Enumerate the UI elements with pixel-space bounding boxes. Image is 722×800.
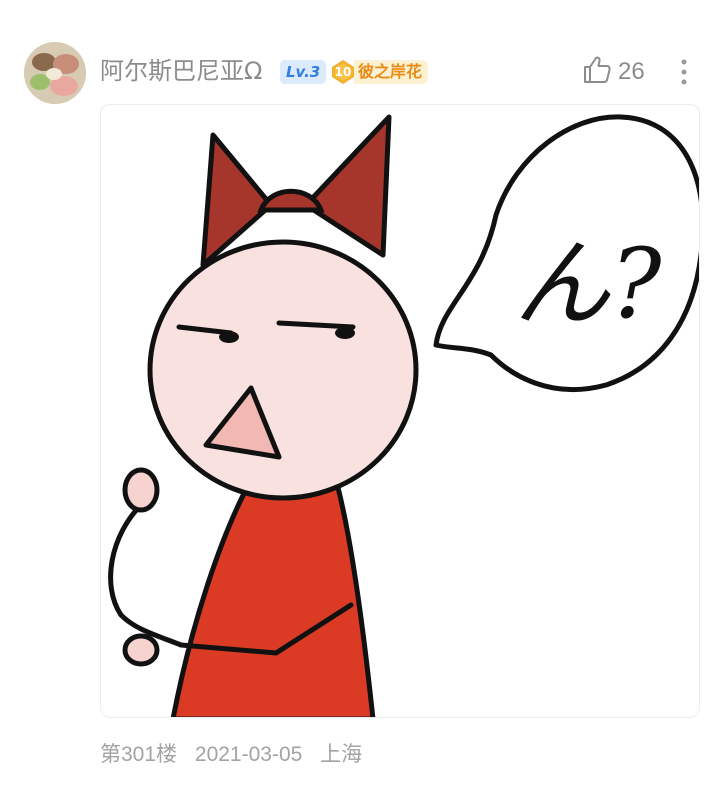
fan-badge-level: 10 <box>334 65 352 79</box>
body-shape <box>170 477 376 717</box>
hood <box>257 188 325 213</box>
avatar-image <box>24 42 86 104</box>
post-date: 2021-03-05 <box>194 743 303 766</box>
more-vertical-icon[interactable] <box>672 56 696 88</box>
upper-hand <box>122 467 160 513</box>
thumbs-up-icon <box>582 55 612 89</box>
right-ear <box>303 114 392 258</box>
cartoon-illustration: ん? <box>108 114 699 717</box>
username[interactable]: 阿尔斯巴尼亚Ω <box>100 55 262 87</box>
fan-badge-name: 彼之岸花 <box>354 60 429 84</box>
medal-icon: 10 <box>330 59 356 85</box>
floor-number: 第301楼 <box>100 743 178 766</box>
lower-hand <box>122 633 160 667</box>
comment-post: 阿尔斯巴尼亚Ω Lv.3 10 彼之岸花 26 ん? 第301楼 2021-03… <box>0 0 722 800</box>
post-image[interactable]: ん? <box>100 104 700 718</box>
post-footer: 第301楼 2021-03-05 上海 <box>100 740 362 770</box>
speech-text: ん? <box>514 228 662 340</box>
like-count: 26 <box>618 58 645 85</box>
fan-badge[interactable]: 10 彼之岸花 <box>330 58 429 86</box>
avatar[interactable] <box>24 42 86 104</box>
like-button[interactable]: 26 <box>582 55 645 89</box>
level-badge: Lv.3 <box>280 60 327 84</box>
post-location: 上海 <box>320 743 363 766</box>
head <box>147 239 419 501</box>
